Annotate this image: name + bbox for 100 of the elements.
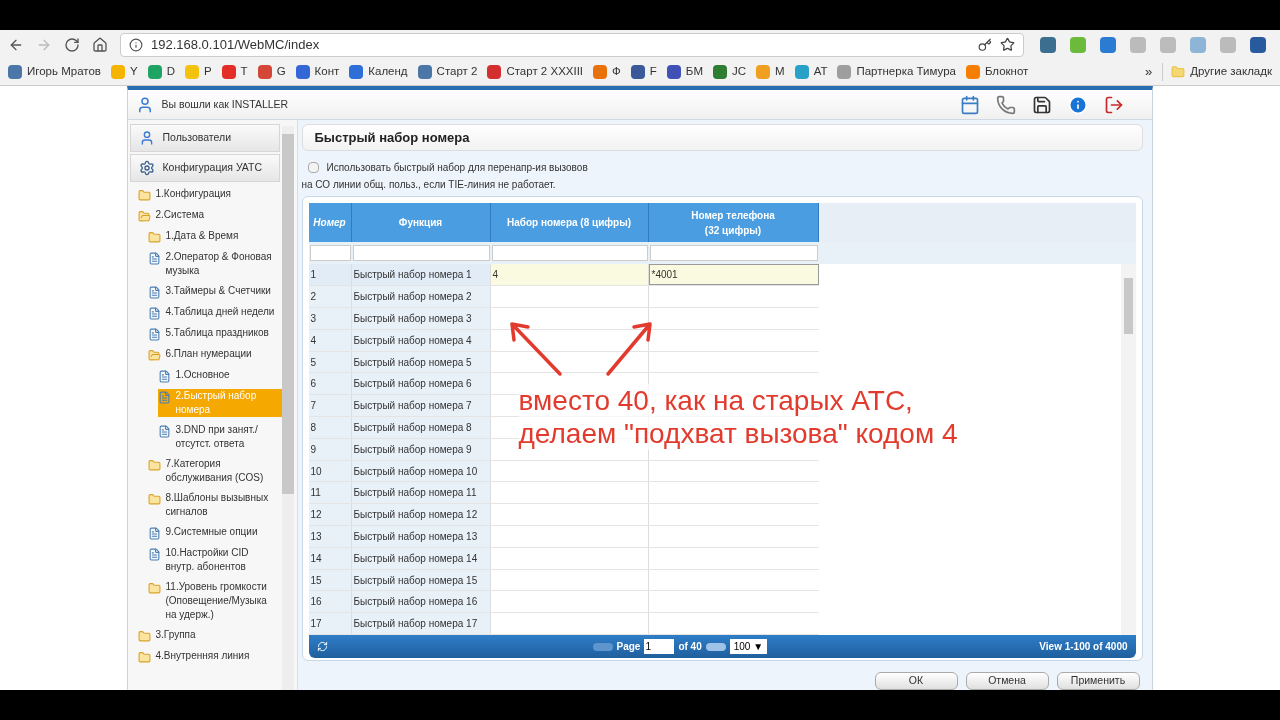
bookmark-item[interactable]: Старт 2 xyxy=(417,63,478,81)
sidebar-section[interactable]: Конфигурация УАТС xyxy=(129,154,280,182)
key-icon[interactable] xyxy=(978,37,992,52)
tree-item[interactable]: 1.Дата & Время xyxy=(147,229,284,244)
tree-item[interactable]: 1.Основное xyxy=(157,368,284,383)
reload-icon[interactable] xyxy=(64,36,80,53)
tree-item[interactable]: 7.Категория обслуживания (COS) xyxy=(147,457,284,485)
table-row[interactable]: 17 Быстрый набор номера 17 xyxy=(308,613,491,634)
home-icon[interactable] xyxy=(92,36,108,53)
table-row[interactable]: 12 Быстрый набор номера 12 xyxy=(308,504,491,525)
bookmark-item[interactable]: D xyxy=(147,63,175,81)
filter-field[interactable] xyxy=(309,245,351,262)
bookmark-item[interactable]: G xyxy=(257,63,286,81)
tree-item[interactable]: 3.Таймеры & Счетчики xyxy=(147,284,284,299)
dialog-button[interactable]: Отмена xyxy=(965,672,1049,690)
table-row[interactable]: 1 Быстрый набор номера 1 xyxy=(308,264,491,286)
table-row[interactable]: 14 Быстрый набор номера 14 xyxy=(308,547,491,569)
bookmark-item[interactable]: Y xyxy=(110,63,138,81)
annotation-text: делаем "подхват вызова" кодом 4 xyxy=(518,417,958,450)
table-row[interactable]: 10 Быстрый набор номера 10 xyxy=(308,460,491,482)
bookmark-item[interactable]: Старт 2 XXXIII xyxy=(487,63,584,81)
bookmark-item[interactable]: Ф xyxy=(593,63,621,81)
tree-item[interactable]: 9.Системные опции xyxy=(147,525,284,540)
bookmark-item[interactable]: JC xyxy=(713,63,747,81)
filter-field[interactable] xyxy=(649,245,818,262)
tree-item[interactable]: 4.Таблица дней недели xyxy=(147,305,284,320)
save-icon[interactable] xyxy=(1031,94,1052,115)
bookmark-item[interactable]: БМ xyxy=(666,63,703,81)
calendar-icon[interactable] xyxy=(959,94,980,115)
refresh-icon[interactable] xyxy=(316,641,328,652)
function-cell: Быстрый набор номера 12 xyxy=(351,504,491,525)
tree-item[interactable]: 1.Конфигурация xyxy=(137,187,284,202)
tree-item[interactable]: 3.DND при занят./ отсутст. ответа xyxy=(157,423,284,451)
info-icon[interactable] xyxy=(129,37,143,52)
bookmark-star-icon[interactable] xyxy=(1000,37,1015,52)
bookmark-item[interactable]: F xyxy=(630,63,657,81)
tree-item[interactable]: 10.Настройки CID внутр. абонентов xyxy=(147,546,284,574)
bookmark-item[interactable]: Календ xyxy=(349,63,408,81)
bookmark-item[interactable]: Партнерка Тимура xyxy=(837,63,956,81)
bookmark-item[interactable]: T xyxy=(221,63,248,81)
bookmark-item[interactable]: M xyxy=(756,63,785,81)
page-title: Быстрый набор номера xyxy=(314,128,470,147)
table-row[interactable]: 11 Быстрый набор номера 11 xyxy=(308,482,491,504)
function-cell: Быстрый набор номера 3 xyxy=(351,308,491,329)
tree-item[interactable]: 5.Таблица праздников xyxy=(147,326,284,341)
table-row[interactable]: 6 Быстрый набор номера 6 xyxy=(308,373,491,395)
folder-icon xyxy=(1171,65,1186,79)
phone-cell[interactable]: *4001 xyxy=(648,264,819,286)
page-field[interactable]: 1 xyxy=(644,639,675,654)
function-cell: Быстрый набор номера 6 xyxy=(351,373,491,395)
bookmark-item[interactable]: Игорь Мратов xyxy=(8,63,101,81)
tree-item[interactable]: 6.План нумерации xyxy=(147,347,284,362)
page-icon xyxy=(157,391,171,404)
dialog-button[interactable]: Применить xyxy=(1056,672,1140,690)
row-number: 10 xyxy=(308,460,352,482)
extension-icon[interactable] xyxy=(1040,36,1056,53)
tree-item[interactable]: 2.Оператор & Фоновая музыка xyxy=(147,250,284,278)
gear-icon xyxy=(138,160,155,176)
function-cell: Быстрый набор номера 14 xyxy=(351,547,491,569)
table-row[interactable]: 4 Быстрый набор номера 4 xyxy=(308,329,491,351)
checkbox[interactable] xyxy=(307,162,319,174)
table-row[interactable]: 16 Быстрый набор номера 16 xyxy=(308,591,491,613)
other-bookmarks-item[interactable]: Другие закладк xyxy=(1162,63,1272,81)
tree-item[interactable]: 2.Система xyxy=(137,208,284,223)
extension-icon[interactable] xyxy=(1250,36,1266,53)
url-text: 192.168.0.101/WebMC/index xyxy=(151,35,321,54)
row-number: 6 xyxy=(308,373,352,395)
table-row[interactable]: 15 Быстрый набор номера 15 xyxy=(308,569,491,591)
row-number: 3 xyxy=(308,308,352,329)
page-icon xyxy=(147,307,161,320)
table-row[interactable]: 13 Быстрый набор номера 13 xyxy=(308,526,491,547)
table-row[interactable]: 7 Быстрый набор номера 7 xyxy=(308,395,491,417)
address-bar[interactable]: 192.168.0.101/WebMC/index xyxy=(120,32,1024,57)
table-row[interactable]: 2 Быстрый набор номера 2 xyxy=(308,286,491,308)
bookmark-item[interactable]: Конт xyxy=(295,63,340,81)
tree-item[interactable]: 11.Уровень громкости (Оповещение/Музыка на удерж.) xyxy=(147,580,284,622)
row-number: 13 xyxy=(308,526,352,547)
bookmark-item[interactable]: Блокнот xyxy=(965,63,1029,81)
sidebar-section[interactable]: Пользователи xyxy=(129,124,280,152)
table-row[interactable]: 5 Быстрый набор номера 5 xyxy=(308,351,491,373)
more-bookmarks-button[interactable]: » xyxy=(1145,62,1153,82)
row-number: 1 xyxy=(308,264,352,286)
tree-item[interactable]: 3.Группа xyxy=(137,628,284,643)
dial-cell[interactable]: 4 xyxy=(490,264,649,286)
table-row[interactable]: 3 Быстрый набор номера 3 xyxy=(308,308,491,329)
filter-field[interactable] xyxy=(491,245,648,262)
phone-icon[interactable] xyxy=(995,94,1016,115)
filter-field[interactable] xyxy=(352,245,490,262)
bookmark-item[interactable]: АТ xyxy=(794,63,828,81)
table-row[interactable]: 8 Быстрый набор номера 8 xyxy=(308,417,491,438)
tree-item[interactable]: 4.Внутренняя линия xyxy=(137,649,284,664)
function-cell: Быстрый набор номера 2 xyxy=(351,286,491,308)
bookmark-item[interactable]: P xyxy=(184,63,212,81)
dialog-button[interactable]: ОК xyxy=(874,672,958,690)
function-cell: Быстрый набор номера 17 xyxy=(351,613,491,634)
tree-item[interactable]: 8.Шаблоны вызывных сигналов xyxy=(147,491,284,519)
page-size-select[interactable]: 100 ▼ xyxy=(729,639,768,654)
logout-icon[interactable] xyxy=(1103,94,1124,115)
table-row[interactable]: 9 Быстрый набор номера 9 xyxy=(308,438,491,460)
extension-icon[interactable] xyxy=(1100,36,1116,53)
